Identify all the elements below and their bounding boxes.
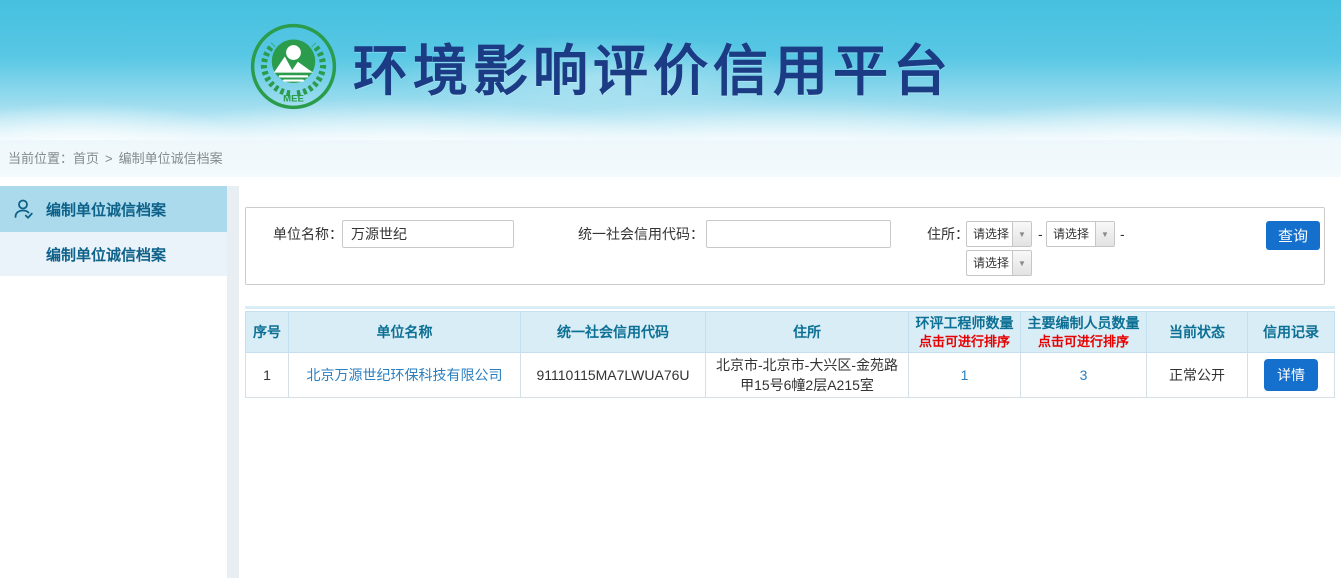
breadcrumb-prefix: 当前位置：	[8, 151, 73, 166]
cell-index: 1	[246, 353, 289, 398]
address-province-value: 请选择	[967, 222, 1012, 246]
detail-button[interactable]: 详情	[1264, 359, 1318, 391]
address-province-select[interactable]: 请选择 ▼	[966, 221, 1032, 247]
address-label: 住所：	[927, 220, 969, 248]
credit-code-input[interactable]	[706, 220, 891, 248]
cell-address: 北京市-北京市-大兴区-金苑路甲15号6幢2层A215室	[706, 353, 909, 398]
sidebar-subitem-credit-archive[interactable]: 编制单位诚信档案	[0, 232, 227, 276]
col-header-staff-count-sort[interactable]: 主要编制人员数量 点击可进行排序	[1021, 312, 1147, 353]
address-city-select[interactable]: 请选择 ▼	[1046, 221, 1115, 247]
person-check-icon	[12, 197, 36, 221]
site-header: MEE 环境影响评价信用平台	[0, 0, 1341, 140]
col-header-company: 单位名称	[289, 312, 521, 353]
col-header-credit-code: 统一社会信用代码	[521, 312, 706, 353]
page-title: 环境影响评价信用平台	[353, 36, 953, 106]
table-row: 1 北京万源世纪环保科技有限公司 91110115MA7LWUA76U 北京市-…	[246, 353, 1335, 398]
company-name-input[interactable]	[342, 220, 514, 248]
query-button[interactable]: 查询	[1266, 221, 1320, 250]
engineer-count-link[interactable]: 1	[961, 367, 969, 383]
dropdown-arrow-icon: ▼	[1012, 222, 1031, 246]
dropdown-arrow-icon: ▼	[1012, 251, 1031, 275]
address-dash-2: -	[1120, 220, 1125, 248]
col-header-index: 序号	[246, 312, 289, 353]
col-header-status: 当前状态	[1147, 312, 1248, 353]
sidebar-item-label: 编制单位诚信档案	[46, 199, 166, 220]
address-district-value: 请选择	[967, 251, 1012, 275]
svg-text:MEE: MEE	[283, 93, 304, 104]
sort-hint-text: 点击可进行排序	[911, 333, 1018, 351]
table-header-row: 序号 单位名称 统一社会信用代码 住所 环评工程师数量 点击可进行排序 主要编制…	[246, 312, 1335, 353]
col-header-engineer-count-label: 环评工程师数量	[916, 315, 1014, 331]
address-dash-1: -	[1038, 220, 1043, 248]
col-header-staff-count-label: 主要编制人员数量	[1028, 315, 1140, 331]
breadcrumb: 当前位置：首页 > 编制单位诚信档案	[0, 140, 1341, 177]
staff-count-link[interactable]: 3	[1080, 367, 1088, 383]
dropdown-arrow-icon: ▼	[1095, 222, 1114, 246]
sort-hint-text: 点击可进行排序	[1023, 333, 1144, 351]
mee-logo-icon: MEE	[250, 23, 337, 110]
company-name-link[interactable]: 北京万源世纪环保科技有限公司	[307, 367, 503, 383]
col-header-engineer-count-sort[interactable]: 环评工程师数量 点击可进行排序	[909, 312, 1021, 353]
company-name-label: 单位名称：	[273, 220, 343, 248]
credit-code-label: 统一社会信用代码：	[578, 220, 704, 248]
table-top-border	[245, 306, 1335, 309]
sidebar-content-divider	[227, 186, 239, 578]
results-table: 序号 单位名称 统一社会信用代码 住所 环评工程师数量 点击可进行排序 主要编制…	[245, 306, 1335, 398]
sidebar-subitem-label: 编制单位诚信档案	[46, 244, 166, 265]
sidebar-item-credit-archive[interactable]: 编制单位诚信档案	[0, 186, 227, 232]
col-header-address: 住所	[706, 312, 909, 353]
cell-status: 正常公开	[1147, 353, 1248, 398]
breadcrumb-separator: >	[105, 151, 113, 166]
cell-credit-code: 91110115MA7LWUA76U	[521, 353, 706, 398]
col-header-credit-record: 信用记录	[1248, 312, 1335, 353]
breadcrumb-current: 编制单位诚信档案	[119, 151, 223, 166]
address-city-value: 请选择	[1047, 222, 1095, 246]
address-district-select[interactable]: 请选择 ▼	[966, 250, 1032, 276]
search-panel: 单位名称： 统一社会信用代码： 住所： 请选择 ▼ - 请选择 ▼ - 请选择 …	[245, 207, 1325, 285]
breadcrumb-home-link[interactable]: 首页	[73, 151, 99, 166]
